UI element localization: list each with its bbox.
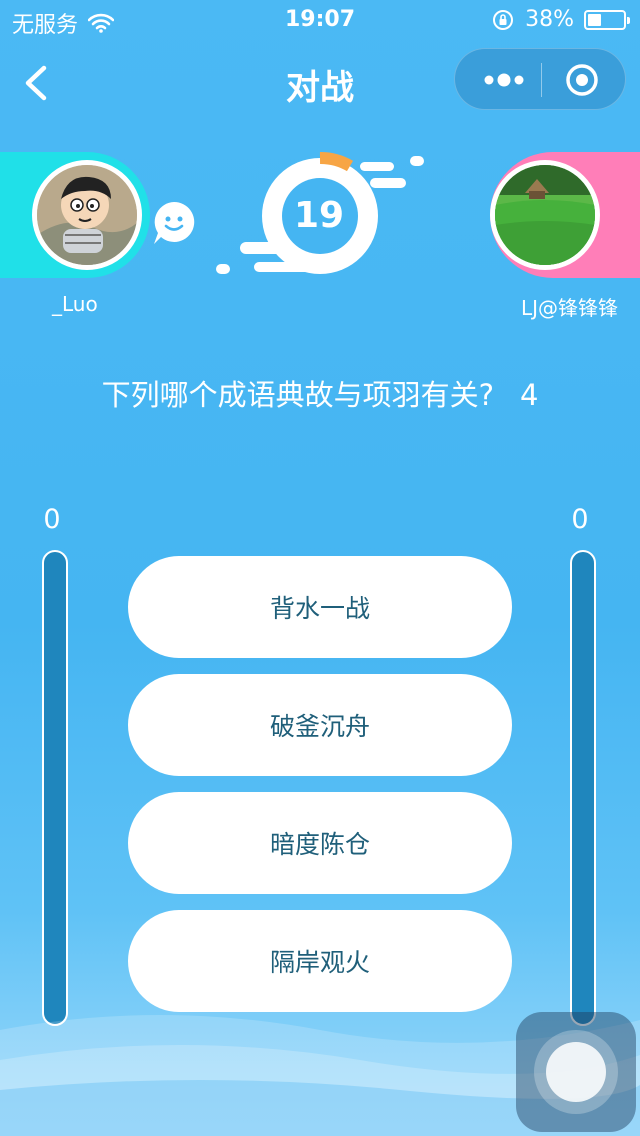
player-right-avatar: [490, 160, 600, 270]
battery-percent: 38%: [525, 7, 574, 32]
question-number: 4: [519, 378, 539, 412]
more-icon[interactable]: [481, 65, 527, 95]
ricefield-avatar-icon: [495, 165, 595, 265]
player-left-name: _Luo: [52, 292, 98, 316]
nav-bar: 对战: [0, 48, 640, 118]
battery-icon: [584, 9, 630, 30]
score-bar-left: [42, 550, 68, 1026]
score-left: 0: [43, 504, 61, 535]
score-right: 0: [571, 504, 589, 535]
question-text: 下列哪个成语典故与项羽有关?: [101, 378, 494, 412]
answer-option-1[interactable]: 背水一战: [128, 556, 512, 658]
chat-emoji-icon[interactable]: [152, 200, 196, 246]
assistive-touch-button[interactable]: [516, 1012, 636, 1132]
countdown-timer: 19: [293, 195, 345, 236]
close-target-icon[interactable]: [565, 63, 599, 97]
score-bar-right: [570, 550, 596, 1026]
status-bar: 无服务 19:07 38%: [0, 0, 640, 40]
answer-option-2[interactable]: 破釜沉舟: [128, 674, 512, 776]
question-text-row: 下列哪个成语典故与项羽有关? 4: [0, 372, 640, 414]
rotation-lock-icon: [493, 9, 514, 30]
answer-option-3[interactable]: 暗度陈仓: [128, 792, 512, 894]
status-right: 38%: [491, 7, 630, 32]
cartoon-avatar-icon: [37, 165, 137, 265]
battery-fill: [588, 13, 601, 26]
player-right-name: LJ@锋锋锋: [520, 296, 618, 320]
player-left-avatar: [32, 160, 142, 270]
capsule-divider: [541, 63, 542, 97]
mini-program-capsule: [454, 48, 626, 110]
assistive-touch-core: [546, 1042, 606, 1102]
